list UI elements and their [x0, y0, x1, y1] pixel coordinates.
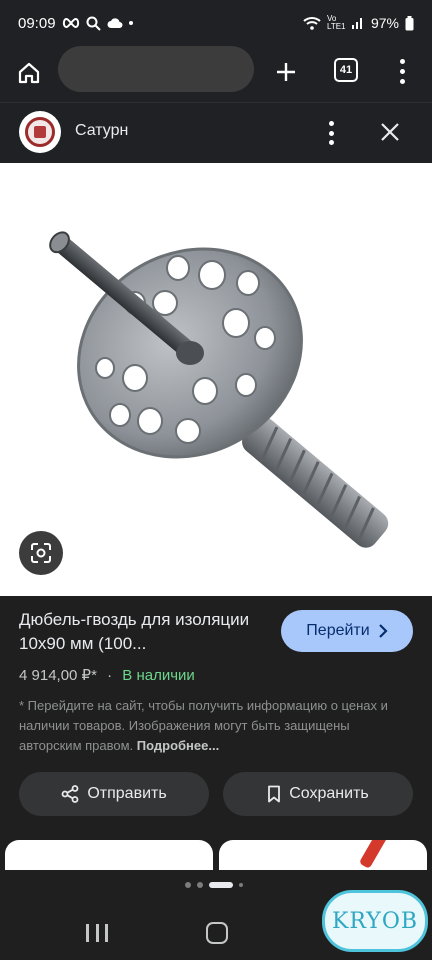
related-images [0, 840, 432, 870]
bookmark-icon [268, 785, 281, 803]
red-dowel-thumb [360, 840, 398, 868]
signal-icon [351, 18, 362, 29]
share-button[interactable]: Отправить [19, 772, 209, 816]
dowel-illustration [49, 231, 389, 548]
plus-icon [277, 63, 295, 81]
home-icon [18, 62, 40, 84]
close-icon [381, 123, 399, 141]
save-button[interactable]: Сохранить [223, 772, 413, 816]
home-button[interactable] [14, 58, 44, 88]
share-label: Отправить [87, 785, 167, 802]
more-vert-icon[interactable] [324, 121, 338, 145]
product-image[interactable] [0, 163, 432, 596]
price-separator: · [107, 667, 113, 684]
infinity-icon [62, 17, 79, 29]
search-icon [86, 16, 101, 31]
wifi-icon [303, 17, 321, 30]
tabs-button[interactable]: 41 [334, 58, 358, 82]
related-image-1[interactable] [5, 840, 213, 870]
watermark-text: KRYOB [331, 908, 419, 934]
site-logo[interactable] [19, 111, 61, 153]
related-image-2[interactable] [219, 840, 427, 870]
watermark-logo: KRYOB [322, 890, 428, 952]
browser-toolbar: 41 [0, 46, 432, 102]
battery-icon [405, 15, 414, 30]
status-bar: 09:09 Vo LTE1 97% [0, 0, 432, 46]
tab-count: 41 [339, 64, 353, 76]
page-indicator [185, 882, 243, 888]
more-vert-icon[interactable] [394, 56, 410, 86]
notification-dot [128, 21, 133, 25]
visit-button[interactable]: Перейти [281, 610, 413, 652]
stock-status: В наличии [122, 667, 195, 684]
save-label: Сохранить [289, 785, 369, 802]
nav-home-button[interactable] [206, 922, 228, 944]
product-title[interactable]: Дюбель-гвоздь для изоляции 10x90 мм (100… [19, 608, 269, 656]
site-name[interactable]: Сатурн [75, 122, 128, 140]
more-link[interactable]: Подробнее... [137, 738, 219, 753]
price-line: 4 914,00 ₽* · В наличии [19, 666, 195, 684]
battery-percent: 97% [370, 15, 399, 31]
result-header: Сатурн [0, 103, 432, 163]
status-time: 09:09 [18, 14, 56, 32]
close-button[interactable] [376, 118, 404, 146]
network-label: Vo LTE1 [326, 14, 346, 31]
visit-button-label: Перейти [306, 622, 370, 639]
new-tab-button[interactable] [270, 56, 302, 88]
share-icon [61, 785, 79, 803]
product-info: Дюбель-гвоздь для изоляции 10x90 мм (100… [0, 596, 432, 860]
chevron-right-icon [378, 624, 388, 638]
action-buttons: Отправить Сохранить [19, 772, 413, 816]
cloud-icon [107, 18, 123, 28]
google-lens-button[interactable] [19, 531, 63, 575]
disclaimer: * Перейдите на сайт, чтобы получить инфо… [19, 696, 414, 756]
recents-button[interactable] [86, 924, 108, 942]
address-bar[interactable] [58, 46, 254, 92]
product-price: 4 914,00 ₽* [19, 667, 97, 684]
google-lens-icon [31, 543, 51, 563]
